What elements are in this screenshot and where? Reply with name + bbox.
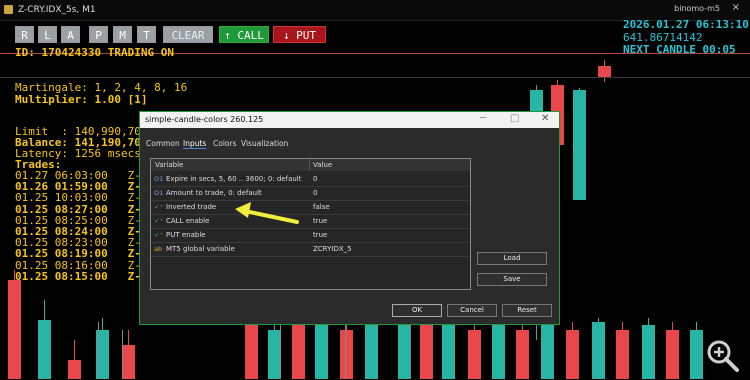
r-button[interactable]: R <box>15 26 34 43</box>
table-header: Variable Value <box>151 159 470 171</box>
candle-body <box>642 325 655 379</box>
number-type-icon: O1 <box>154 189 164 197</box>
candle-body <box>690 330 703 379</box>
tab-common[interactable]: Common <box>146 139 180 148</box>
m-button[interactable]: M <box>113 26 132 43</box>
candle-body <box>541 325 554 379</box>
close-chart-icon[interactable]: × <box>732 2 740 13</box>
p-button[interactable]: P <box>89 26 108 43</box>
id-trading-status: ID: 170424330 TRADING ON <box>15 46 174 59</box>
candle-wick <box>98 322 99 379</box>
table-row[interactable]: ✓⁺ Inverted trade false <box>151 200 470 215</box>
candle-body <box>122 345 135 379</box>
candle-wick <box>122 330 123 379</box>
dialog-title: simple-candle-colors 260.125 <box>145 115 264 124</box>
boolean-type-icon: ✓⁺ <box>154 203 163 211</box>
table-row[interactable]: O1 Expire in secs, 5, 60 .. 3600; 0: defa… <box>151 172 470 187</box>
clear-button[interactable]: CLEAR <box>163 26 213 43</box>
boolean-type-icon: ✓⁺ <box>154 217 163 225</box>
table-row[interactable]: ✓⁺ PUT enable true <box>151 228 470 243</box>
indicator-properties-dialog: simple-candle-colors 260.125 ─ □ ✕ Commo… <box>139 111 560 325</box>
l-button[interactable]: L <box>38 26 57 43</box>
candle-body <box>666 330 679 379</box>
variable-value[interactable]: true <box>313 217 327 225</box>
maximize-icon[interactable]: □ <box>510 113 519 124</box>
tab-inputs[interactable]: Inputs <box>183 139 207 149</box>
close-dialog-icon[interactable]: ✕ <box>541 113 549 124</box>
trade-row: 01.25 08:15:00 Z-CR <box>15 269 155 283</box>
candle-body <box>566 330 579 379</box>
candle-body <box>516 330 529 379</box>
arrow-annotation-icon <box>231 200 303 230</box>
load-button[interactable]: Load <box>477 252 547 265</box>
column-header-value: Value <box>313 161 333 169</box>
candle-body <box>616 330 629 379</box>
reset-button[interactable]: Reset <box>502 304 552 317</box>
candle-body <box>492 322 505 379</box>
separator-line <box>0 77 750 78</box>
variable-label: Inverted trade <box>166 203 217 211</box>
boolean-type-icon: ✓⁺ <box>154 231 163 239</box>
variable-label: PUT enable <box>166 231 206 239</box>
candle-body <box>442 325 455 379</box>
chart-window-icon <box>4 5 13 14</box>
candle-body <box>292 325 305 379</box>
variable-value[interactable]: ZCRYIDX_5 <box>313 245 352 253</box>
ok-button[interactable]: OK <box>392 304 442 317</box>
table-row[interactable]: ✓⁺ CALL enable true <box>151 214 470 229</box>
candle-body <box>420 320 433 379</box>
call-button[interactable]: ↑ CALL <box>219 26 269 43</box>
variable-value[interactable]: 0 <box>313 189 317 197</box>
variable-label: MT5 global variable <box>166 245 235 253</box>
inputs-table: Variable Value O1 Expire in secs, 5, 60 .… <box>150 158 471 290</box>
candle-body <box>38 320 51 379</box>
variable-label: Amount to trade, 0: default <box>166 189 262 197</box>
server-datetime: 2026.01.27 06:13:10 <box>623 18 749 31</box>
number-type-icon: O1 <box>154 175 164 183</box>
variable-label: Expire in secs, 5, 60 .. 3600; 0: defaul… <box>166 175 302 183</box>
multiplier-text: Multiplier: 1.00 [1] <box>15 93 148 106</box>
table-row[interactable]: O1 Amount to trade, 0: default 0 <box>151 186 470 201</box>
cancel-button[interactable]: Cancel <box>447 304 497 317</box>
dialog-title-bar: simple-candle-colors 260.125 ─ □ ✕ <box>140 112 559 128</box>
candle-body <box>245 320 258 379</box>
chart-window-title: Z-CRY.IDX_5s, M1 <box>18 5 96 15</box>
variable-label: CALL enable <box>166 217 210 225</box>
table-row[interactable]: ab MT5 global variable ZCRYIDX_5 <box>151 242 470 257</box>
candle-body <box>340 330 353 379</box>
candle-body <box>573 90 586 200</box>
save-button[interactable]: Save <box>477 273 547 286</box>
minimize-icon[interactable]: ─ <box>480 113 486 124</box>
put-button[interactable]: ↓ PUT <box>273 26 326 43</box>
tab-visualization[interactable]: Visualization <box>241 139 288 148</box>
string-type-icon: ab <box>154 245 163 253</box>
variable-value[interactable]: 0 <box>313 175 317 183</box>
candle-body <box>468 330 481 379</box>
zoom-in-icon[interactable] <box>703 336 743 376</box>
candle-body <box>365 322 378 379</box>
column-divider <box>309 159 310 171</box>
candle-body <box>315 318 328 379</box>
column-header-variable: Variable <box>155 161 184 169</box>
variable-value[interactable]: true <box>313 231 327 239</box>
candle-body <box>8 280 21 379</box>
next-candle-timer: NEXT CANDLE 00:05 <box>623 43 736 56</box>
variable-value[interactable]: false <box>313 203 330 211</box>
a-button[interactable]: A <box>61 26 80 43</box>
t-button[interactable]: T <box>137 26 156 43</box>
account-badge: binomo-m5 <box>674 4 720 13</box>
tab-colors[interactable]: Colors <box>213 139 237 148</box>
candle-body <box>592 322 605 379</box>
candle-body <box>68 360 81 379</box>
